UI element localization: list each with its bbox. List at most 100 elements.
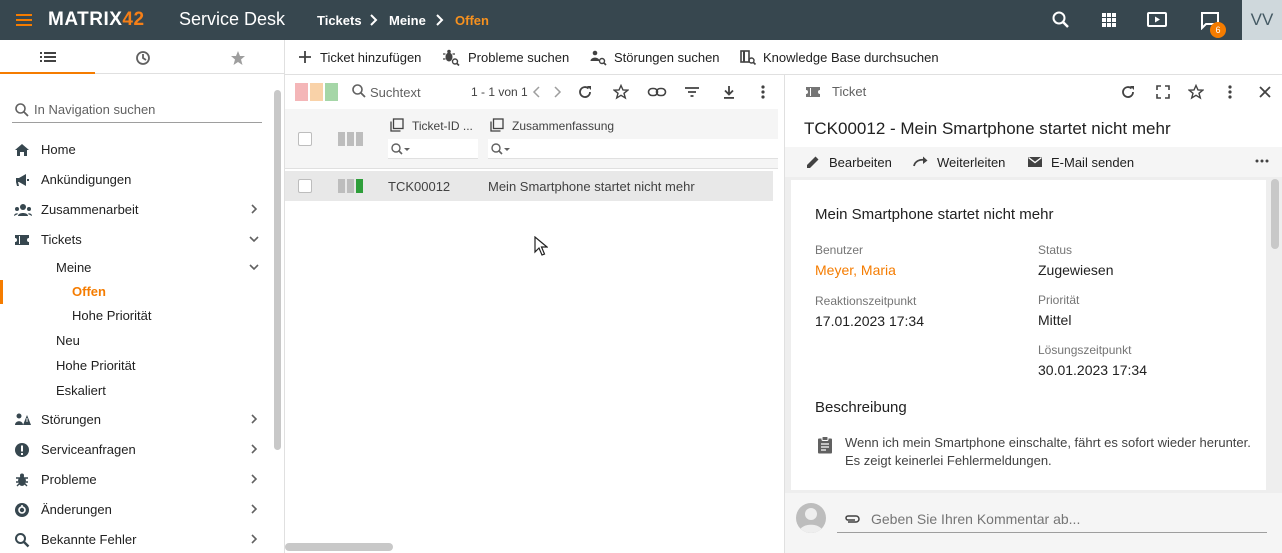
horizontal-scrollbar[interactable] <box>285 543 393 551</box>
search-icon <box>351 83 367 99</box>
breadcrumb-offen[interactable]: Offen <box>455 13 489 28</box>
nav-item-escalated[interactable]: Eskaliert <box>0 379 272 403</box>
close-icon[interactable] <box>1257 84 1273 100</box>
nav-search-input[interactable] <box>34 98 260 120</box>
user-avatar[interactable]: VV <box>1242 0 1282 40</box>
comment-bar <box>785 493 1282 553</box>
solution-time-label: Lösungszeitpunkt <box>1038 343 1132 357</box>
download-icon[interactable] <box>721 84 737 100</box>
chevron-right-icon <box>435 14 445 26</box>
search-filter-icon <box>391 143 410 155</box>
table-row[interactable]: TCK00012 Mein Smartphone startet nicht m… <box>285 171 773 201</box>
search-knowledge-base-button[interactable]: Knowledge Base durchsuchen <box>737 40 947 75</box>
attachment-icon <box>845 515 860 523</box>
nav-item-my-high-priority[interactable]: Hohe Priorität <box>0 304 272 328</box>
nav-scrollbar[interactable] <box>274 90 281 450</box>
filter-swatch-red[interactable] <box>295 83 308 101</box>
more-vertical-icon[interactable] <box>1226 84 1234 100</box>
nav-item-home[interactable]: Home <box>0 138 272 162</box>
chevron-right-icon <box>248 533 260 545</box>
row-checkbox[interactable] <box>298 179 312 193</box>
nav-search <box>12 96 262 123</box>
link-icon[interactable] <box>647 84 667 100</box>
chevron-left-icon[interactable] <box>531 84 543 100</box>
nav-item-offen[interactable]: Offen <box>0 280 272 304</box>
nav-item-neu[interactable]: Neu <box>0 329 272 353</box>
filter-swatch-green[interactable] <box>325 83 338 101</box>
filter-icon[interactable] <box>684 84 700 100</box>
nav-item-label: Hohe Priorität <box>72 308 152 323</box>
search-icon <box>15 103 29 117</box>
select-all-checkbox[interactable] <box>298 132 312 146</box>
nav-item-changes[interactable]: Änderungen <box>0 498 272 522</box>
user-link[interactable]: Meyer, Maria <box>815 262 896 278</box>
tab-favorites[interactable] <box>190 40 285 74</box>
mouse-cursor-icon <box>534 236 548 256</box>
column-header-ticket-id[interactable]: Ticket-ID ... <box>412 119 473 133</box>
breadcrumb-meine[interactable]: Meine <box>389 13 426 28</box>
nav-item-label: Meine <box>56 260 92 275</box>
nav-item-collaboration[interactable]: Zusammenarbeit <box>0 198 272 222</box>
incident-search-icon <box>590 50 607 66</box>
refresh-icon[interactable] <box>1120 84 1136 100</box>
search-incidents-button[interactable]: Störungen suchen <box>587 40 722 75</box>
filter-swatch-orange[interactable] <box>310 83 323 101</box>
fullscreen-icon[interactable] <box>1155 84 1171 100</box>
nav-item-incidents[interactable]: Störungen <box>0 408 272 432</box>
home-icon <box>14 142 30 158</box>
nav-item-known-errors[interactable]: Bekannte Fehler <box>0 528 272 552</box>
nav-item-service-requests[interactable]: Serviceanfragen <box>0 438 272 462</box>
card-title: Mein Smartphone startet nicht mehr <box>815 206 1054 223</box>
ticket-card: Mein Smartphone startet nicht mehr Benut… <box>790 179 1267 491</box>
summary-filter[interactable] <box>488 139 778 159</box>
menu-icon[interactable] <box>14 10 34 30</box>
tab-navigation[interactable] <box>0 40 95 74</box>
chevron-right-icon[interactable] <box>551 84 563 100</box>
avatar <box>796 503 826 533</box>
description-text: Wenn ich mein Smartphone einschalte, fäh… <box>845 435 1251 468</box>
navigation-panel: Home Ankündigungen Zusammenarbeit Ticket… <box>0 40 285 553</box>
nav-item-meine[interactable]: Meine <box>0 256 272 280</box>
detail-scrollbar[interactable] <box>1271 179 1279 249</box>
star-icon[interactable] <box>1188 84 1204 100</box>
apps-grid-icon[interactable] <box>1099 10 1119 30</box>
more-vertical-icon[interactable] <box>759 84 767 100</box>
nav-item-label: Bekannte Fehler <box>41 532 137 547</box>
presentation-icon[interactable] <box>1146 10 1168 30</box>
nav-item-problems[interactable]: Probleme <box>0 468 272 492</box>
send-email-button[interactable]: E-Mail senden <box>1027 147 1147 177</box>
list-search-input[interactable] <box>370 83 460 101</box>
plus-icon <box>299 51 311 63</box>
chevron-down-icon <box>248 261 260 273</box>
nav-item-label: Neu <box>56 333 80 348</box>
incident-icon <box>14 412 32 428</box>
edit-button[interactable]: Bearbeiten <box>805 147 895 177</box>
nav-item-label: Zusammenarbeit <box>41 202 139 217</box>
add-ticket-button[interactable]: Ticket hinzufügen <box>295 40 425 75</box>
search-problems-button[interactable]: Probleme suchen <box>440 40 575 75</box>
ticket-list-pane: 1 - 1 von 1 Ticket-ID ... Zusammenfassun… <box>285 75 784 553</box>
more-horizontal-icon[interactable] <box>1255 157 1269 165</box>
cell-ticket-id: TCK00012 <box>388 179 451 194</box>
nav-item-tickets[interactable]: Tickets <box>0 228 272 252</box>
tab-history[interactable] <box>95 40 190 74</box>
refresh-icon[interactable] <box>577 84 593 100</box>
description-heading: Beschreibung <box>815 399 907 416</box>
search-icon[interactable] <box>1051 10 1071 30</box>
column-header-summary[interactable]: Zusammenfassung <box>512 119 614 133</box>
nav-item-label: Eskaliert <box>56 383 106 398</box>
reaction-time-value: 17.01.2023 17:34 <box>815 313 924 329</box>
nav-item-label: Ankündigungen <box>41 172 132 187</box>
nav-item-high-priority[interactable]: Hohe Priorität <box>0 354 272 378</box>
comment-input[interactable] <box>871 509 1261 529</box>
logo: MATRIX42 <box>48 9 145 30</box>
pencil-icon <box>807 156 819 168</box>
nav-item-label: Änderungen <box>41 502 112 517</box>
star-icon[interactable] <box>613 84 629 100</box>
nav-item-announcements[interactable]: Ankündigungen <box>0 168 272 192</box>
known-error-icon <box>14 532 30 548</box>
ticket-id-filter[interactable] <box>388 139 478 159</box>
breadcrumb-tickets[interactable]: Tickets <box>317 13 362 28</box>
comment-field <box>837 505 1267 533</box>
forward-button[interactable]: Weiterleiten <box>912 147 1012 177</box>
